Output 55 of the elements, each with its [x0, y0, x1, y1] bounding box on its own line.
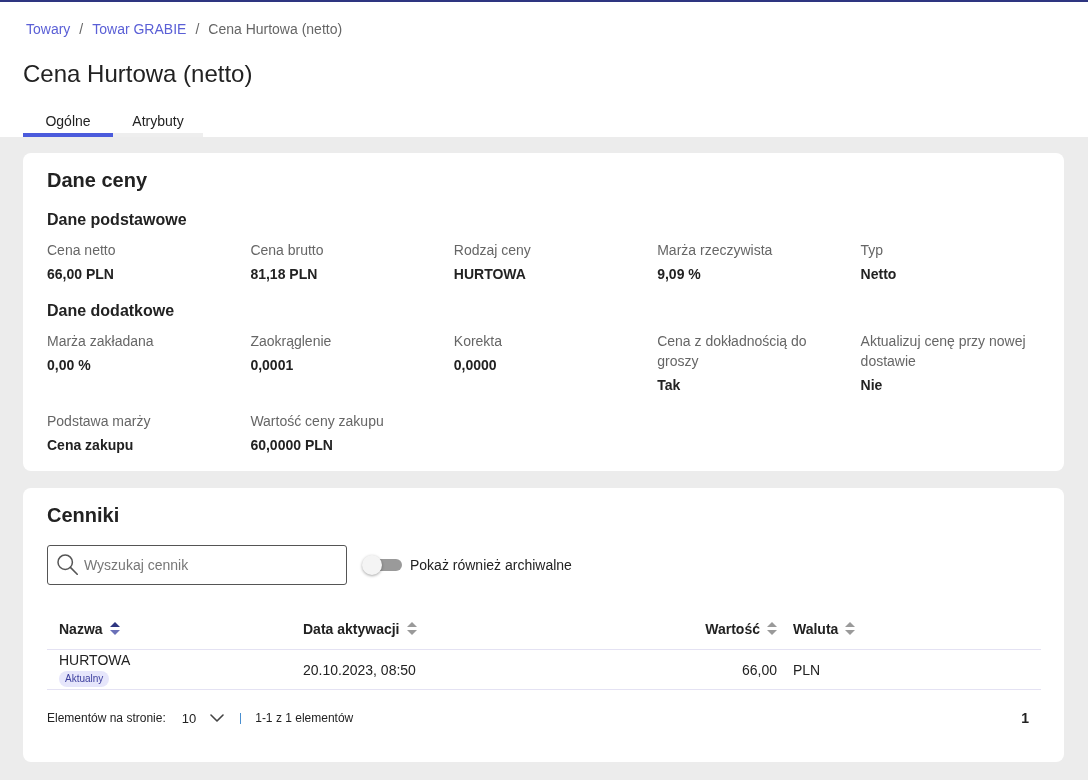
breadcrumb-current: Cena Hurtowa (netto): [208, 20, 343, 39]
field-label: Zaokrąglenie: [250, 332, 332, 351]
field-label: Rodzaj ceny: [453, 241, 531, 260]
card-title: Cenniki: [47, 503, 121, 528]
table-cell: 20.10.2023, 08:50: [303, 660, 416, 679]
field-label: Aktualizuj cenę przy nowej dostawie: [860, 332, 1027, 371]
section-title: Dane podstawowe: [47, 210, 188, 230]
page-button[interactable]: 1: [1015, 708, 1041, 728]
field-value: 66,00 PLN: [47, 265, 114, 284]
status-tag: Aktualny: [59, 671, 110, 687]
field-value: Netto: [860, 265, 897, 284]
table-cell: 66,00: [741, 660, 777, 679]
field-value: 0,00 %: [47, 356, 91, 375]
breadcrumb-separator: /: [79, 20, 84, 39]
chevron-down-icon: [210, 714, 225, 722]
breadcrumb-separator: /: [195, 20, 200, 39]
tab[interactable]: Ogólne: [23, 100, 113, 137]
field-label: Cena netto: [47, 241, 116, 260]
toggle-switch[interactable]: [362, 554, 402, 576]
field-label: Korekta: [453, 332, 503, 351]
page-size-label: Elementów na stronie:: [47, 710, 166, 726]
section-title: Dane dodatkowe: [47, 301, 176, 321]
search-icon: [57, 554, 78, 575]
field-value: 0,0001: [250, 356, 294, 375]
column-header[interactable]: Data aktywacji: [303, 618, 400, 639]
card-title: Dane ceny: [47, 168, 149, 193]
field-value: 9,09 %: [657, 265, 701, 284]
sort-icon[interactable]: [109, 622, 120, 635]
field-value: 0,0000: [453, 356, 497, 375]
field-label: Typ: [860, 241, 884, 260]
field-value: HURTOWA: [453, 265, 526, 284]
breadcrumb-link[interactable]: Towary: [26, 19, 71, 39]
toggle-label: Pokaż również archiwalne: [410, 556, 572, 575]
field-label: Marża rzeczywista: [657, 241, 773, 260]
page-size-select[interactable]: 10: [181, 708, 225, 728]
field-value: Nie: [860, 376, 883, 395]
column-header[interactable]: Wartość: [705, 618, 760, 639]
column-header[interactable]: Nazwa: [59, 618, 103, 639]
breadcrumb-link[interactable]: Towar GRABIE: [92, 19, 187, 39]
table-cell: PLN: [793, 660, 821, 679]
field-label: Marża zakładana: [47, 332, 154, 351]
range-text: 1-1 z 1 elementów: [255, 710, 354, 726]
column-header[interactable]: Waluta: [793, 618, 839, 639]
field-label: Podstawa marży: [47, 412, 151, 431]
table-cell: HURTOWA: [59, 651, 131, 669]
field-label: Cena z dokładnością do groszy: [657, 332, 808, 371]
field-label: Wartość ceny zakupu: [250, 412, 384, 431]
field-value: Tak: [657, 376, 681, 395]
field-value: 81,18 PLN: [250, 265, 318, 284]
field-label: Cena brutto: [250, 241, 324, 260]
page-title: Cena Hurtowa (netto): [23, 59, 254, 89]
search-field[interactable]: Wyszukaj cennik: [47, 545, 347, 585]
field-value: Cena zakupu: [47, 436, 134, 455]
field-value: 60,0000 PLN: [250, 436, 333, 455]
tab[interactable]: Atrybuty: [113, 100, 203, 137]
